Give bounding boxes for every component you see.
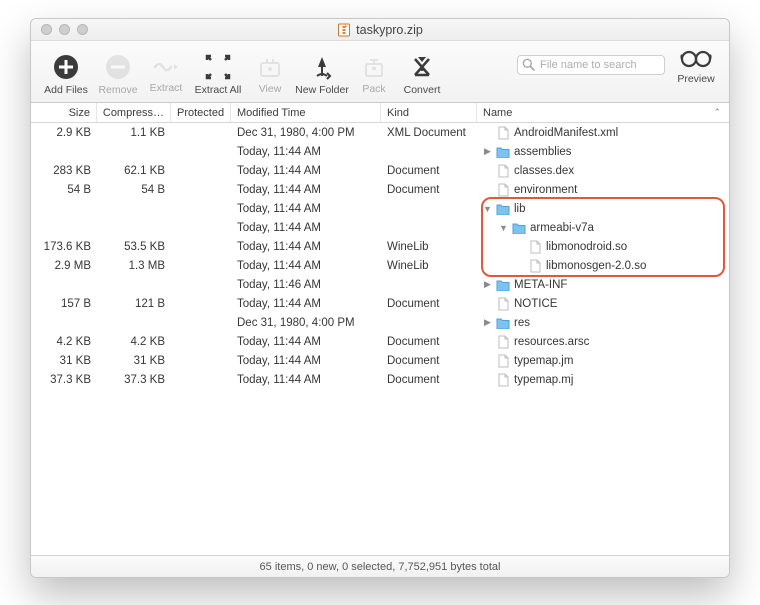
file-name: lib: [514, 203, 526, 215]
file-icon: [496, 297, 510, 311]
table-row[interactable]: Today, 11:44 AM▼lib: [31, 199, 729, 218]
file-icon: [528, 259, 542, 273]
table-row[interactable]: 173.6 KB53.5 KBToday, 11:44 AMWineLiblib…: [31, 237, 729, 256]
file-icon: [496, 354, 510, 368]
table-row[interactable]: Today, 11:44 AM▶assemblies: [31, 142, 729, 161]
file-name: AndroidManifest.xml: [514, 127, 618, 139]
toolbar: Add Files Remove Extract Extract All Vie…: [31, 41, 729, 103]
remove-button[interactable]: Remove: [95, 47, 141, 96]
file-name: typemap.mj: [514, 374, 573, 386]
folder-icon: [496, 145, 510, 159]
folder-icon: [496, 316, 510, 330]
file-icon: [496, 335, 510, 349]
view-button[interactable]: View: [247, 48, 293, 95]
convert-button[interactable]: Convert: [399, 47, 445, 96]
table-row[interactable]: 2.9 KB1.1 KBDec 31, 1980, 4:00 PMXML Doc…: [31, 123, 729, 142]
search-icon: [522, 58, 535, 74]
search-input[interactable]: [517, 55, 665, 75]
file-icon: [496, 373, 510, 387]
header-size[interactable]: Size: [31, 103, 97, 122]
extract-all-button[interactable]: Extract All: [191, 47, 245, 96]
window-title: taskypro.zip: [356, 23, 423, 37]
disclosure-triangle-icon[interactable]: ▼: [499, 223, 508, 233]
disclosure-triangle-icon[interactable]: ▶: [483, 279, 492, 290]
column-headers[interactable]: Size Compress… Protected Modified Time K…: [31, 103, 729, 123]
app-window: taskypro.zip Add Files Remove Extract Ex…: [30, 18, 730, 578]
status-text: 65 items, 0 new, 0 selected, 7,752,951 b…: [260, 561, 501, 573]
table-row[interactable]: 31 KB31 KBToday, 11:44 AMDocumenttypemap…: [31, 351, 729, 370]
title-bar[interactable]: taskypro.zip: [31, 19, 729, 41]
file-name: resources.arsc: [514, 336, 589, 348]
file-list[interactable]: 2.9 KB1.1 KBDec 31, 1980, 4:00 PMXML Doc…: [31, 123, 729, 555]
zip-file-icon: [337, 23, 351, 37]
folder-icon: [512, 221, 526, 235]
file-name: META-INF: [514, 279, 567, 291]
sort-indicator-icon: ⌃: [713, 107, 721, 118]
table-row[interactable]: Today, 11:46 AM▶META-INF: [31, 275, 729, 294]
table-row[interactable]: 37.3 KB37.3 KBToday, 11:44 AMDocumenttyp…: [31, 370, 729, 389]
file-icon: [496, 126, 510, 140]
folder-icon: [496, 278, 510, 292]
table-row[interactable]: Today, 11:44 AM▼armeabi-v7a: [31, 218, 729, 237]
traffic-lights[interactable]: [31, 24, 88, 35]
close-window-icon[interactable]: [41, 24, 52, 35]
disclosure-triangle-icon[interactable]: ▼: [483, 204, 492, 214]
file-name: typemap.jm: [514, 355, 573, 367]
file-icon: [496, 183, 510, 197]
table-row[interactable]: 157 B121 BToday, 11:44 AMDocumentNOTICE: [31, 294, 729, 313]
disclosure-triangle-icon[interactable]: ▶: [483, 317, 492, 328]
folder-icon: [496, 202, 510, 216]
add-files-button[interactable]: Add Files: [39, 47, 93, 96]
zoom-window-icon[interactable]: [77, 24, 88, 35]
header-modified[interactable]: Modified Time: [231, 103, 381, 122]
preview-button[interactable]: Preview: [669, 47, 723, 85]
file-name: libmonosgen-2.0.so: [546, 260, 646, 272]
table-row[interactable]: 54 B54 BToday, 11:44 AMDocumentenvironme…: [31, 180, 729, 199]
search-field-wrap: [517, 55, 665, 75]
table-row[interactable]: 283 KB62.1 KBToday, 11:44 AMDocumentclas…: [31, 161, 729, 180]
extract-button[interactable]: Extract: [143, 49, 189, 94]
table-row[interactable]: 4.2 KB4.2 KBToday, 11:44 AMDocumentresou…: [31, 332, 729, 351]
file-name: res: [514, 317, 530, 329]
new-folder-button[interactable]: New Folder: [295, 47, 349, 96]
file-icon: [528, 240, 542, 254]
file-icon: [496, 164, 510, 178]
header-protected[interactable]: Protected: [171, 103, 231, 122]
header-kind[interactable]: Kind: [381, 103, 477, 122]
minimize-window-icon[interactable]: [59, 24, 70, 35]
file-name: NOTICE: [514, 298, 557, 310]
table-row[interactable]: Dec 31, 1980, 4:00 PM▶res: [31, 313, 729, 332]
file-name: libmonodroid.so: [546, 241, 627, 253]
file-name: classes.dex: [514, 165, 574, 177]
file-name: assemblies: [514, 146, 572, 158]
status-bar: 65 items, 0 new, 0 selected, 7,752,951 b…: [31, 555, 729, 577]
pack-button[interactable]: Pack: [351, 48, 397, 95]
table-row[interactable]: 2.9 MB1.3 MBToday, 11:44 AMWineLiblibmon…: [31, 256, 729, 275]
file-name: environment: [514, 184, 577, 196]
file-name: armeabi-v7a: [530, 222, 594, 234]
header-name[interactable]: Name⌃: [477, 103, 729, 122]
header-compressed[interactable]: Compress…: [97, 103, 171, 122]
disclosure-triangle-icon[interactable]: ▶: [483, 146, 492, 157]
